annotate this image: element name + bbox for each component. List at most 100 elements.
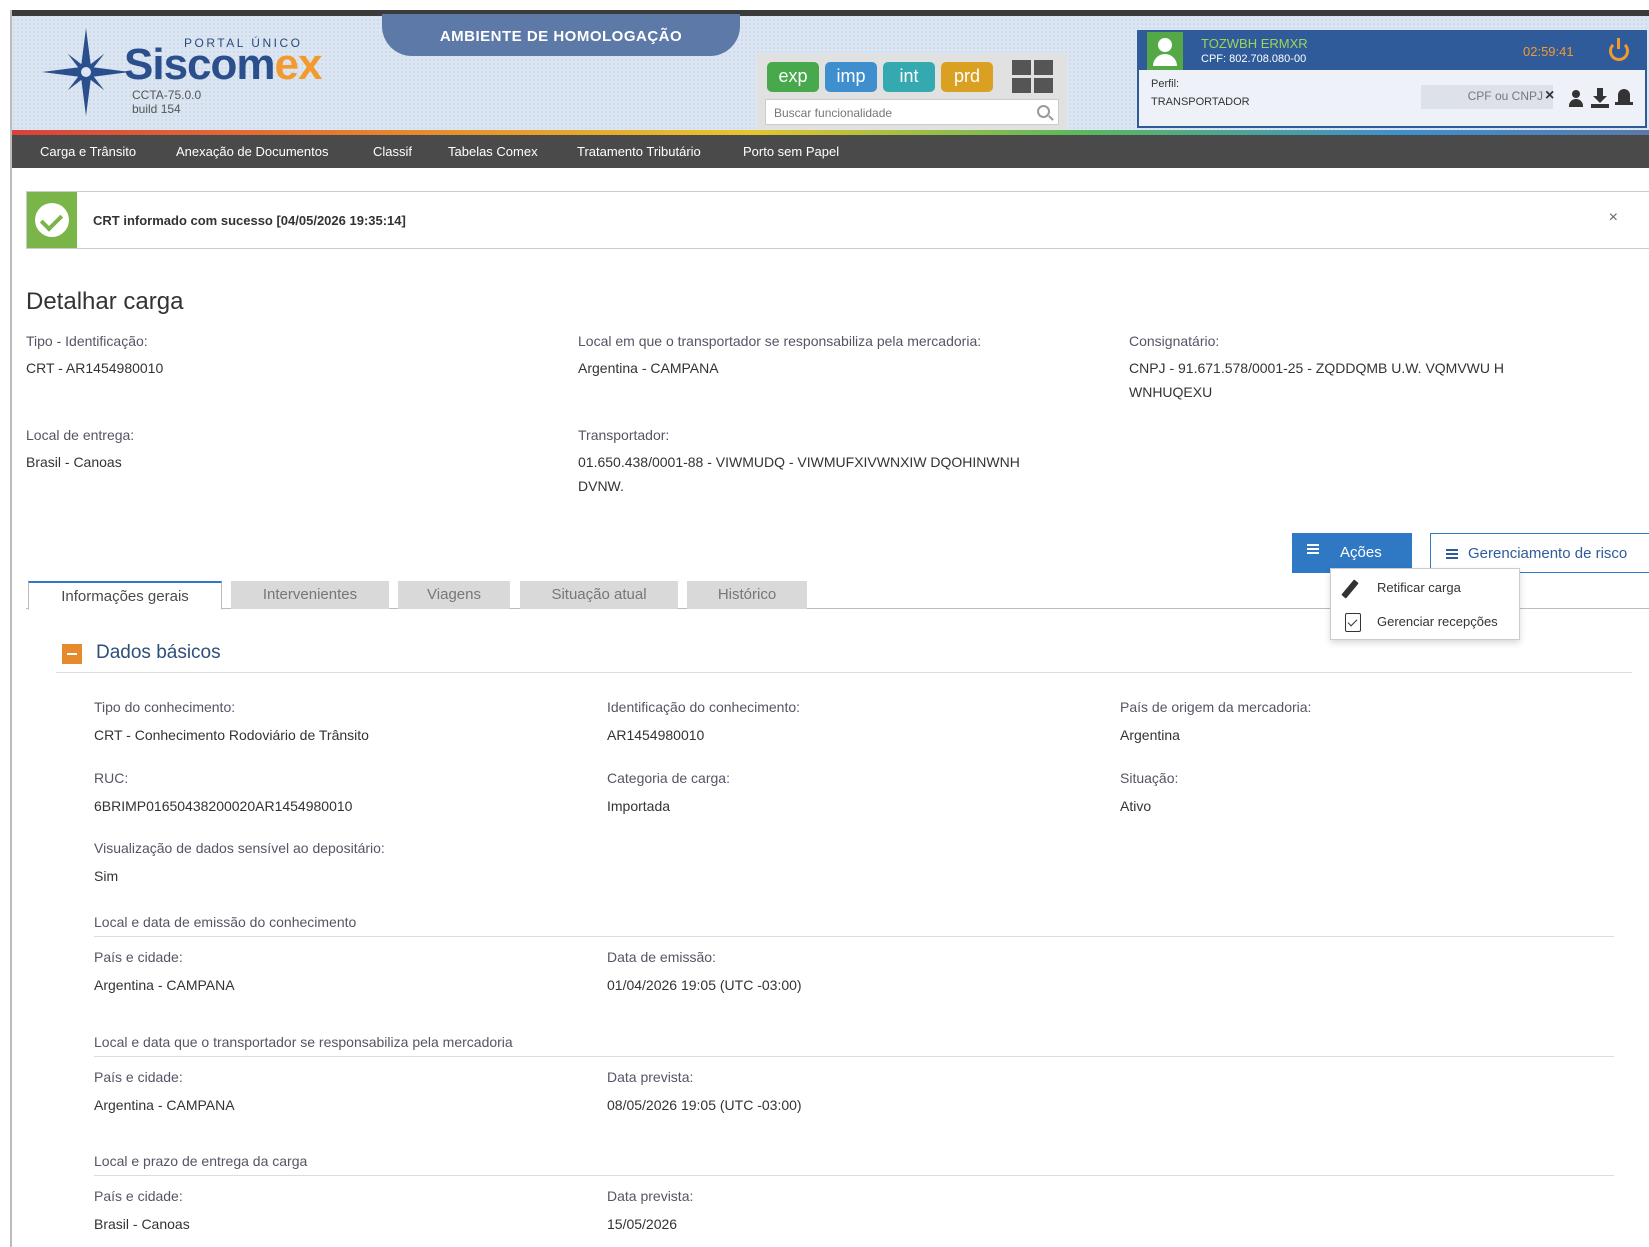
- nav-item-carga-transito[interactable]: Carga e Trânsito: [40, 135, 136, 168]
- menu-item-retificar-carga[interactable]: Retificar carga: [1331, 571, 1519, 605]
- id-conhecimento-value: AR1454980010: [607, 727, 705, 743]
- env-exp-button[interactable]: exp: [767, 62, 819, 92]
- emissao-pais-label: País e cidade:: [94, 949, 183, 965]
- menu-icon: [1446, 553, 1458, 555]
- avatar-icon: [1147, 32, 1183, 70]
- entrega-data-label: Data prevista:: [607, 1188, 694, 1204]
- visualizacao-value: Sim: [94, 868, 119, 884]
- emissao-divider: [94, 936, 1614, 937]
- acoes-button[interactable]: Ações: [1292, 533, 1412, 573]
- emissao-heading: Local e data de emissão do conhecimento: [94, 914, 357, 930]
- resp-data-value: 08/05/2026 19:05 (UTC -03:00): [607, 1097, 802, 1113]
- emissao-data-value: 01/04/2026 19:05 (UTC -03:00): [607, 977, 802, 993]
- visualizacao-label: Visualização de dados sensível ao deposi…: [94, 840, 385, 856]
- pais-origem-value: Argentina: [1120, 727, 1180, 743]
- search-icon[interactable]: [1037, 105, 1050, 118]
- tab-intervenientes[interactable]: Intervenientes: [231, 581, 389, 609]
- entrega-data-value: 15/05/2026: [607, 1216, 678, 1232]
- env-imp-button[interactable]: imp: [825, 62, 877, 92]
- siscomex-wordmark: Siscomex: [124, 40, 322, 89]
- tipo-identificacao-label: Tipo - Identificação:: [26, 333, 148, 349]
- tipo-conhecimento-label: Tipo do conhecimento:: [94, 699, 236, 715]
- situacao-label: Situação:: [1120, 770, 1179, 786]
- consignatario-value-line2: WNHUQEXU: [1129, 384, 1213, 400]
- main-nav: Carga e Trânsito Anexação de Documentos …: [12, 135, 1649, 168]
- tipo-identificacao-value: CRT - AR1454980010: [26, 360, 164, 376]
- user-cpf: CPF: 802.708.080-00: [1201, 53, 1307, 65]
- power-icon[interactable]: [1609, 38, 1629, 61]
- perfil-value: TRANSPORTADOR: [1151, 96, 1250, 108]
- tab-viagens[interactable]: Viagens: [398, 581, 510, 609]
- ruc-value: 6BRIMP01650438200020AR1454980010: [94, 798, 353, 814]
- entrega-pais-value: Brasil - Canoas: [94, 1216, 190, 1232]
- top-border: [12, 10, 1649, 16]
- close-icon[interactable]: ×: [1545, 87, 1554, 105]
- user-panel: TOZWBH ERMXR CPF: 802.708.080-00 02:59:4…: [1137, 30, 1647, 128]
- tab-historico[interactable]: Histórico: [687, 581, 807, 609]
- pencil-icon: [1341, 579, 1359, 599]
- entrega-heading: Local e prazo de entrega da carga: [94, 1153, 308, 1169]
- version-label: CCTA-75.0.0: [132, 88, 202, 102]
- collapse-icon[interactable]: [62, 644, 82, 664]
- section-title-dados-basicos: Dados básicos: [96, 642, 221, 663]
- compass-star-icon: [42, 28, 130, 116]
- section-divider: [56, 672, 1632, 673]
- gerenciamento-risco-button[interactable]: Gerenciamento de risco: [1430, 533, 1649, 573]
- download-icon[interactable]: [1591, 88, 1609, 108]
- categoria-carga-value: Importada: [607, 798, 671, 814]
- resp-pais-label: País e cidade:: [94, 1069, 183, 1085]
- menu-item-gerenciar-recepcoes[interactable]: Gerenciar recepções: [1331, 605, 1519, 639]
- nav-item-classif[interactable]: Classif: [373, 135, 412, 168]
- local-entrega-label: Local de entrega:: [26, 427, 135, 443]
- emissao-pais-value: Argentina - CAMPANA: [94, 977, 235, 993]
- alert-close-icon[interactable]: ×: [1609, 209, 1618, 227]
- nav-item-anexacao[interactable]: Anexação de Documentos: [176, 135, 328, 168]
- bell-icon[interactable]: [1615, 88, 1633, 108]
- user-panel-top: TOZWBH ERMXR CPF: 802.708.080-00 02:59:4…: [1139, 32, 1645, 70]
- transportador-value: 01.650.438/0001-88 - VIWMUDQ - VIWMUFXIV…: [578, 454, 1020, 470]
- env-prd-button[interactable]: prd: [941, 62, 993, 92]
- resp-pais-value: Argentina - CAMPANA: [94, 1097, 235, 1113]
- acoes-dropdown: Retificar carga Gerenciar recepções: [1330, 568, 1520, 640]
- local-responsabiliza-value: Argentina - CAMPANA: [578, 360, 719, 376]
- local-entrega-value: Brasil - Canoas: [26, 454, 122, 470]
- alert-message: CRT informado com sucesso [04/05/2026 19…: [93, 213, 406, 228]
- env-int-button[interactable]: int: [883, 62, 935, 92]
- search-placeholder: Buscar funcionalidade: [774, 106, 893, 120]
- resp-data-label: Data prevista:: [607, 1069, 694, 1085]
- apps-grid-icon[interactable]: [1012, 60, 1054, 94]
- cpf-cnpj-input[interactable]: CPF ou CNPJ: [1421, 85, 1553, 109]
- consignatario-value: CNPJ - 91.671.578/0001-25 - ZQDDQMB U.W.…: [1129, 360, 1504, 376]
- nav-item-porto-sem-papel[interactable]: Porto sem Papel: [743, 135, 839, 168]
- nav-item-tabelas-comex[interactable]: Tabelas Comex: [448, 135, 538, 168]
- id-conhecimento-label: Identificação do conhecimento:: [607, 699, 801, 715]
- responsabilidade-heading: Local e data que o transportador se resp…: [94, 1034, 513, 1050]
- environment-banner: AMBIENTE DE HOMOLOGAÇÃO: [382, 14, 740, 56]
- categoria-carga-label: Categoria de carga:: [607, 770, 730, 786]
- tab-situacao-atual[interactable]: Situação atual: [520, 581, 678, 609]
- app-window: PORTAL ÚNICO Siscomex CCTA-75.0.0 build …: [10, 10, 1649, 1247]
- tab-informacoes-gerais[interactable]: Informações gerais: [28, 581, 222, 610]
- alert-icon-box: [27, 192, 77, 248]
- consignatario-label: Consignatário:: [1129, 333, 1220, 349]
- check-circle-icon: [35, 203, 69, 237]
- transportador-value-line2: DVNW.: [578, 478, 624, 494]
- entrega-pais-label: País e cidade:: [94, 1188, 183, 1204]
- pais-origem-label: País de origem da mercadoria:: [1120, 699, 1312, 715]
- emissao-data-label: Data de emissão:: [607, 949, 716, 965]
- transportador-label: Transportador:: [578, 427, 670, 443]
- build-label: build 154: [132, 102, 181, 116]
- success-alert: CRT informado com sucesso [04/05/2026 19…: [26, 191, 1649, 249]
- page-title: Detalhar carga: [26, 288, 184, 315]
- entrega-divider: [94, 1175, 1614, 1176]
- session-timer: 02:59:41: [1523, 44, 1574, 59]
- environment-switcher: exp imp int prd Buscar funcionalidade: [757, 54, 1067, 132]
- user-icon[interactable]: [1569, 90, 1583, 108]
- search-input[interactable]: Buscar funcionalidade: [765, 99, 1059, 125]
- nav-item-tratamento-tributario[interactable]: Tratamento Tributário: [577, 135, 701, 168]
- perfil-label: Perfil:: [1151, 78, 1180, 90]
- user-name: TOZWBH ERMXR: [1201, 36, 1308, 51]
- header: PORTAL ÚNICO Siscomex CCTA-75.0.0 build …: [12, 10, 1649, 132]
- local-responsabiliza-label: Local em que o transportador se responsa…: [578, 333, 982, 349]
- checked-document-icon: [1345, 613, 1361, 632]
